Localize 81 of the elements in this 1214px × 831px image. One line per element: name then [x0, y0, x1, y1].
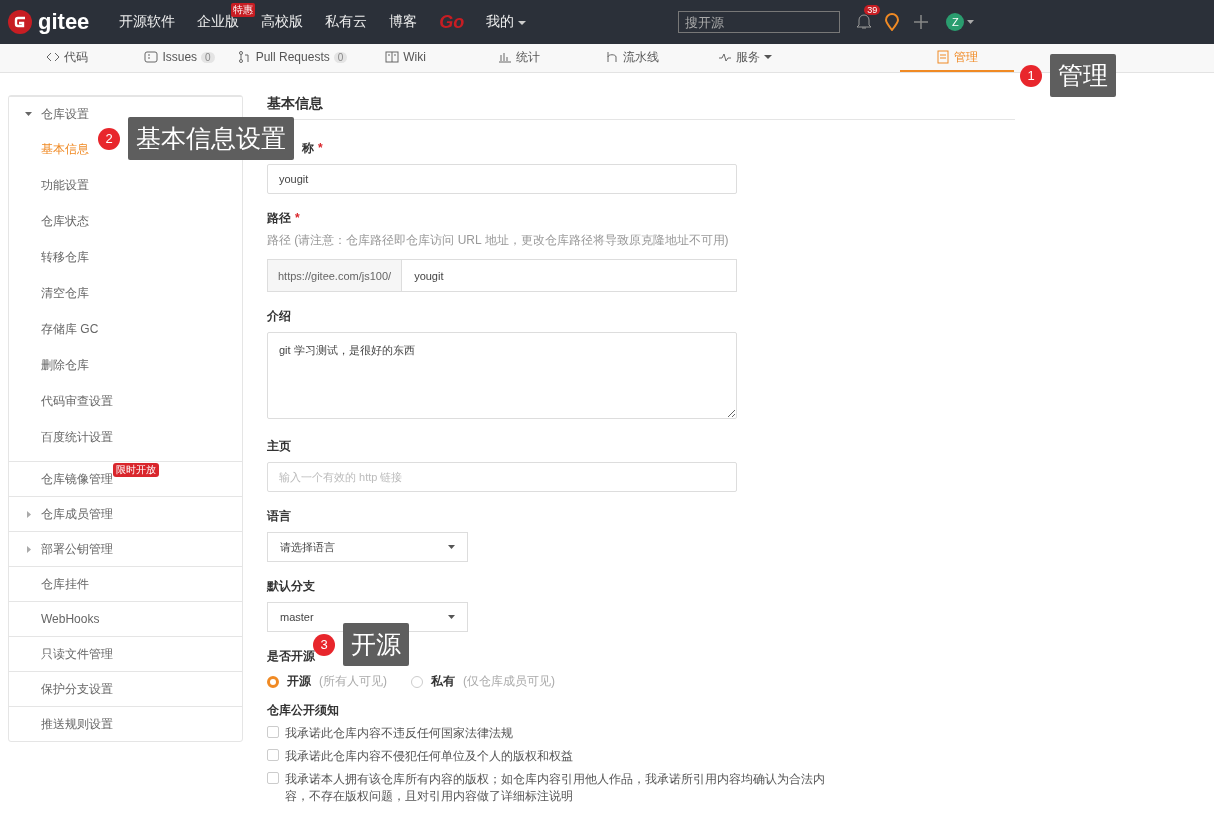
sidebar-item[interactable]: 删除仓库	[41, 356, 89, 374]
caret-icon	[518, 20, 527, 26]
nav-tab[interactable]: 代码	[10, 44, 123, 72]
sidebar-group[interactable]: 只读文件管理	[41, 646, 113, 661]
plus-icon[interactable]	[912, 13, 931, 31]
chart-icon	[497, 50, 512, 64]
nav-tab[interactable]: Issues 0	[123, 44, 236, 72]
promo-badge: 限时开放	[113, 462, 159, 477]
nav-tab[interactable]: Pull Requests 0	[236, 44, 349, 72]
sidebar-item[interactable]: 百度统计设置	[41, 428, 113, 446]
pin-icon[interactable]	[884, 13, 901, 31]
sidebar-item[interactable]: 代码审查设置	[41, 392, 113, 410]
notification-count: 39	[864, 4, 881, 15]
caret-icon	[448, 615, 455, 619]
bell-icon[interactable]	[856, 11, 873, 30]
nav-link[interactable]: 博客	[389, 13, 418, 29]
sidebar-item[interactable]: 清空仓库	[41, 284, 89, 302]
checkbox-label: 我承诺此仓库内容不违反任何国家法律法规	[285, 725, 514, 742]
user-avatar[interactable]: Z	[946, 13, 965, 31]
nav-tab[interactable]: 服务	[688, 44, 801, 72]
promo-badge: 特惠	[231, 3, 256, 17]
field-label: 默认分支	[267, 579, 315, 593]
nav-link[interactable]: 私有云	[325, 13, 368, 29]
search-field[interactable]: 搜开源	[678, 11, 841, 33]
radio-option[interactable]: 私有 (仅仓库成员可见)	[411, 673, 555, 690]
checkbox[interactable]	[267, 772, 279, 784]
count-badge: 0	[201, 51, 215, 63]
radio-option[interactable]: 开源 (所有人可见)	[267, 673, 387, 690]
document-icon	[936, 50, 950, 64]
field-label: 介绍	[267, 309, 291, 323]
field-label: 主页	[267, 439, 291, 453]
sidebar-item[interactable]: 功能设置	[41, 176, 89, 194]
caret-icon	[448, 545, 455, 549]
field-label: 语言	[267, 509, 291, 523]
caret-icon	[967, 19, 975, 25]
sidebar-group[interactable]: 仓库镜像管理	[41, 471, 113, 486]
annotation-tooltip: 开源	[343, 623, 409, 666]
list-icon	[144, 50, 159, 64]
step-badge: 2	[98, 127, 120, 150]
annotation-tooltip: 基本信息设置	[128, 117, 294, 160]
nav-link[interactable]: 我的	[486, 13, 527, 29]
text-area[interactable]: git 学习测试，是很好的东西	[267, 332, 737, 419]
code-icon	[45, 50, 60, 64]
sidebar-item[interactable]: 存储库 GC	[41, 320, 99, 338]
count-badge: 0	[333, 51, 348, 63]
sidebar-group[interactable]: 部署公钥管理	[41, 541, 113, 556]
radio-button[interactable]	[267, 675, 279, 688]
sidebar-group[interactable]: 仓库挂件	[41, 576, 89, 591]
pipeline-icon	[604, 50, 619, 64]
branch-icon	[237, 50, 252, 64]
sidebar-group[interactable]: 仓库设置	[41, 106, 89, 121]
checkbox[interactable]	[267, 749, 279, 761]
field-label: 是否开源	[267, 649, 315, 663]
sidebar-group[interactable]: 仓库成员管理	[41, 506, 113, 521]
logo-icon	[8, 10, 32, 34]
nav-tab[interactable]: Wiki	[349, 44, 462, 72]
book-icon	[385, 50, 400, 64]
nav-tab[interactable]: 统计	[462, 44, 575, 72]
nav-link[interactable]: 高校版	[261, 13, 304, 29]
select-dropdown[interactable]: 请选择语言	[267, 532, 468, 562]
sidebar-item[interactable]: 转移仓库	[41, 248, 89, 266]
nav-tab[interactable]: 流水线	[575, 44, 688, 72]
input-field[interactable]: yougit	[267, 164, 737, 194]
sidebar-group[interactable]: 保护分支设置	[41, 681, 113, 696]
sidebar-group[interactable]: WebHooks	[41, 612, 100, 626]
sidebar-group[interactable]: 推送规则设置	[41, 716, 113, 731]
url-prefix: https://gitee.com/js100/	[267, 259, 403, 292]
annotation-tooltip: 管理	[1050, 54, 1116, 97]
checkbox-label: 我承诺本人拥有该仓库所有内容的版权；如仓库内容引用他人作品，我承诺所引用内容均确认为合法内容，不存在版权问题，且对引用内容做了详细标注说明	[285, 771, 826, 805]
field-label: 称	[302, 141, 314, 155]
field-hint: 路径 (请注意：仓库路径即仓库访问 URL 地址，更改仓库路径将导致原克隆地址不可用)	[267, 232, 730, 249]
required-mark: *	[295, 211, 300, 225]
sidebar-item[interactable]: 仓库状态	[41, 212, 89, 230]
required-mark: *	[318, 141, 323, 155]
logo-text: gitee	[38, 9, 90, 35]
field-label: 路径	[267, 211, 291, 225]
checkbox-label: 我承诺此仓库内容不侵犯任何单位及个人的版权和权益	[285, 748, 574, 765]
input-field[interactable]: yougit	[402, 259, 737, 292]
nav-link[interactable]: 开源软件	[119, 13, 176, 29]
field-label: 仓库公开须知	[267, 702, 340, 719]
checkbox[interactable]	[267, 726, 279, 738]
